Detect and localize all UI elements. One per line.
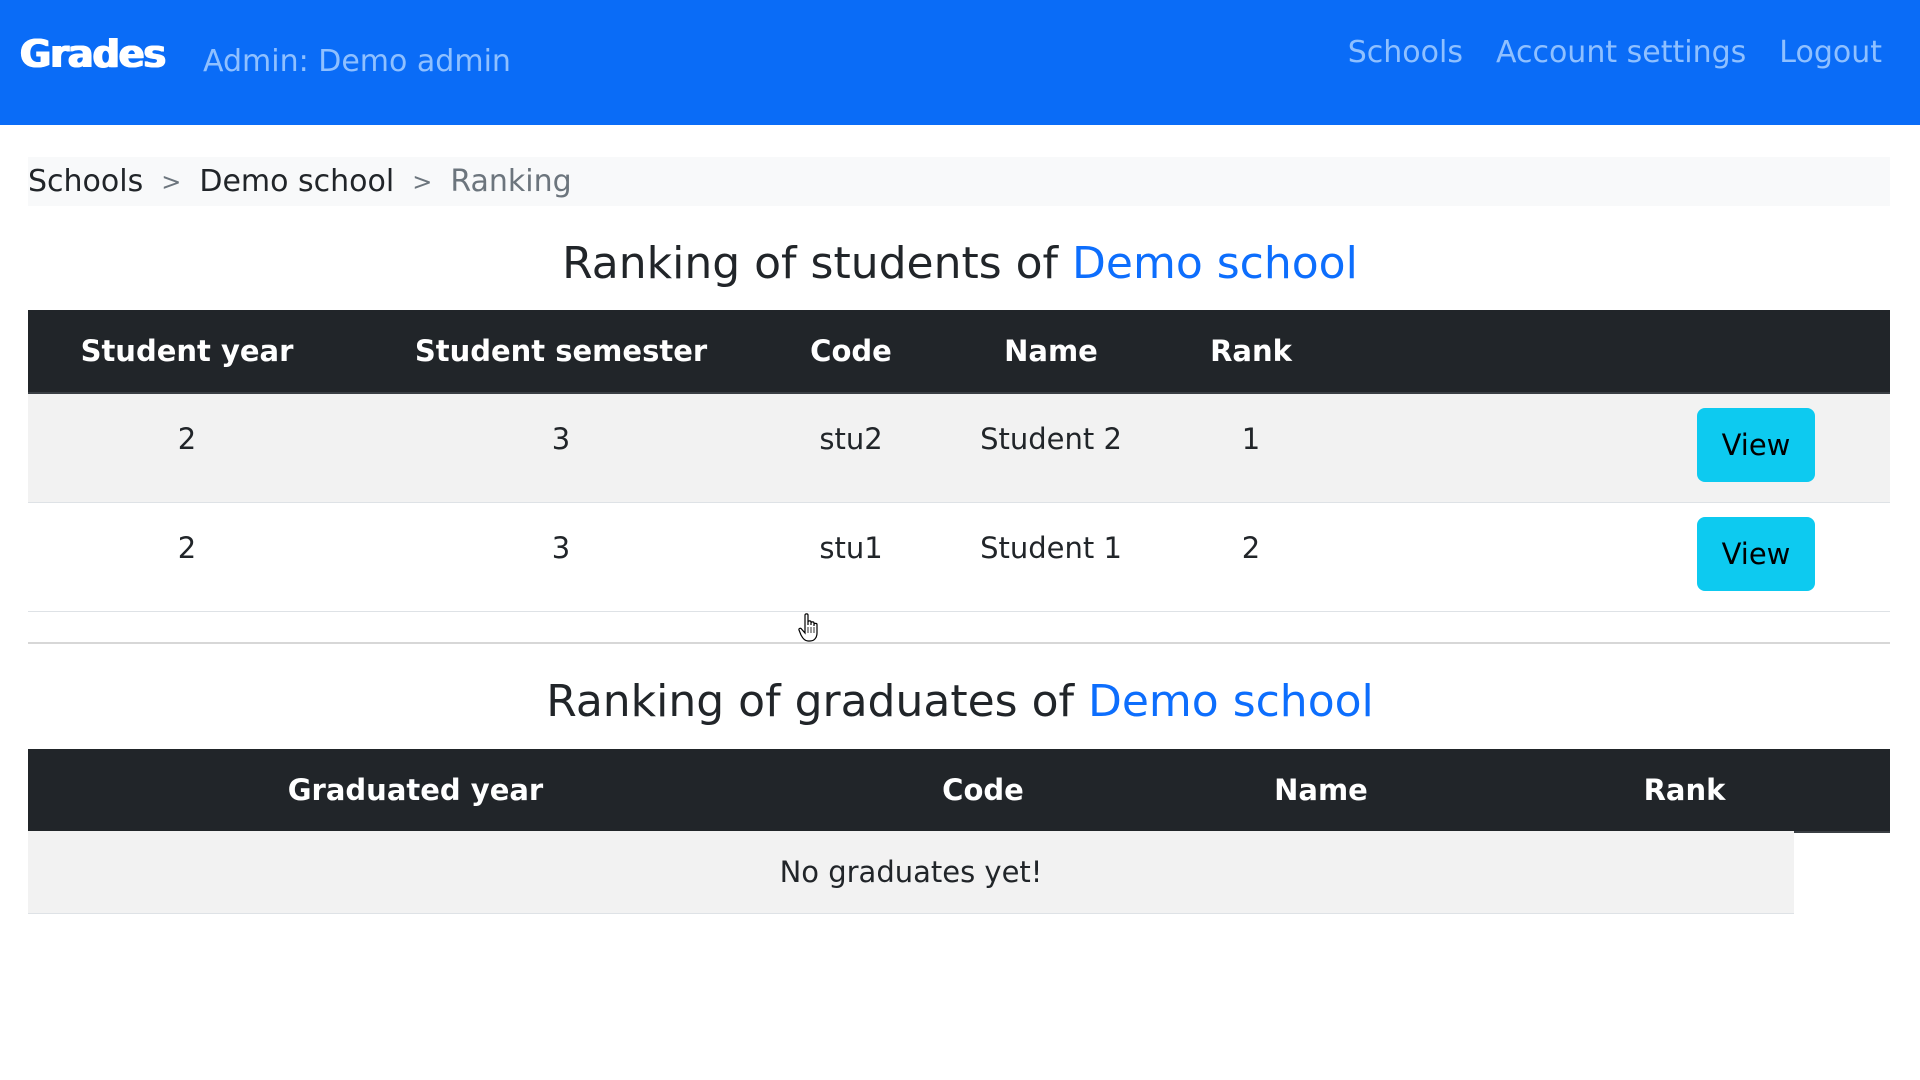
table-row: 2 3 stu2 Student 2 1 View [28,393,1890,503]
students-title-prefix: Ranking of students of [562,238,1073,289]
cell-code: stu2 [776,393,926,503]
breadcrumb: Schools > Demo school > Ranking [28,157,1890,206]
hand-pointer-cursor-icon [798,613,818,642]
cell-name: Student 2 [926,393,1176,503]
cell-code: stu1 [776,502,926,612]
column-header-actions [1326,310,1890,394]
cell-actions: View [1326,502,1890,612]
nav-link-schools[interactable]: Schools [1348,35,1463,70]
breadcrumb-ranking: Ranking [450,164,572,199]
column-header-student-semester: Student semester [346,310,776,394]
column-header-name: Name [1163,749,1479,833]
table-row: 2 3 stu1 Student 1 2 View [28,502,1890,612]
section-divider [28,642,1890,644]
nav-link-account-settings[interactable]: Account settings [1496,35,1746,70]
nav-link-logout[interactable]: Logout [1779,35,1882,70]
breadcrumb-schools[interactable]: Schools [28,164,143,199]
cell-rank: 2 [1176,502,1326,612]
cell-name: Student 1 [926,502,1176,612]
view-button[interactable]: View [1697,516,1815,591]
table-header-row: Student year Student semester Code Name … [28,310,1890,394]
nav-links: Schools Account settings Logout [1348,35,1882,70]
graduates-title-prefix: Ranking of graduates of [546,676,1088,727]
column-header-graduated-year: Graduated year [28,749,803,833]
graduates-ranking-table: Graduated year Code Name Rank [28,749,1890,833]
empty-state-message: No graduates yet! [28,831,1794,914]
column-header-code: Code [776,310,926,394]
column-header-name: Name [926,310,1176,394]
cell-rank: 1 [1176,393,1326,503]
view-button[interactable]: View [1697,408,1815,482]
column-header-rank: Rank [1176,310,1326,394]
breadcrumb-demo-school[interactable]: Demo school [199,164,394,199]
cell-student-semester: 3 [346,393,776,503]
students-title-school-link[interactable]: Demo school [1072,238,1358,289]
breadcrumb-separator: > [412,167,433,196]
brand-logo[interactable]: Grades [20,32,166,76]
cell-student-semester: 3 [346,502,776,612]
cell-student-year: 2 [28,502,346,612]
graduates-title-school-link[interactable]: Demo school [1088,676,1374,727]
column-header-rank: Rank [1479,749,1890,833]
navbar: Grades Admin: Demo admin Schools Account… [0,0,1920,125]
students-ranking-title: Ranking of students of Demo school [0,238,1920,289]
table-header-row: Graduated year Code Name Rank [28,749,1890,833]
breadcrumb-separator: > [161,167,182,196]
graduates-ranking-title: Ranking of graduates of Demo school [0,676,1920,727]
column-header-student-year: Student year [28,310,346,394]
students-ranking-table: Student year Student semester Code Name … [28,310,1890,612]
column-header-code: Code [803,749,1163,833]
cell-actions: View [1326,393,1890,503]
cell-student-year: 2 [28,393,346,503]
admin-label: Admin: Demo admin [203,44,511,79]
